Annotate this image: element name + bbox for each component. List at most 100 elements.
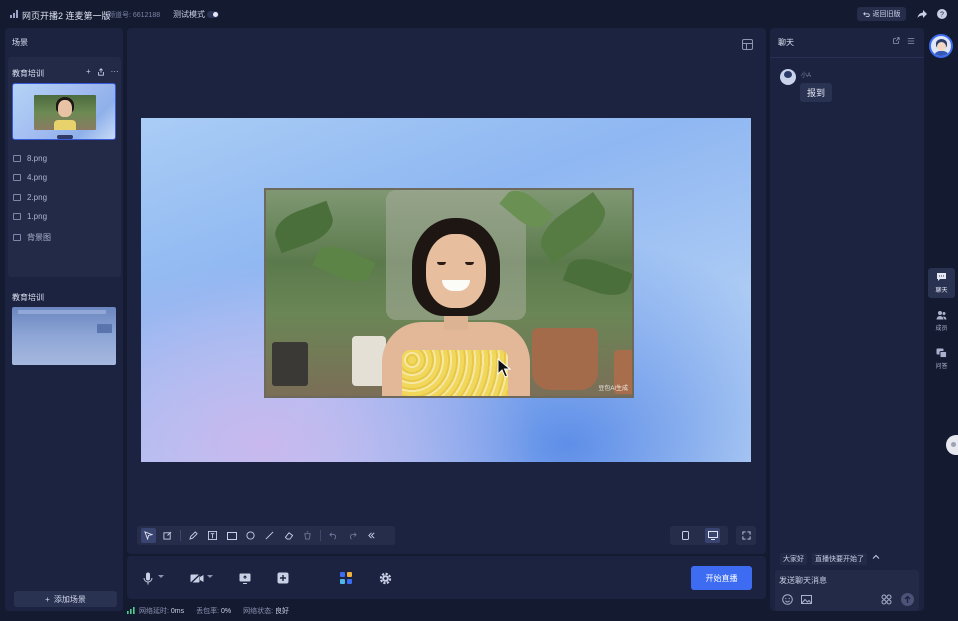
popout-icon[interactable] bbox=[892, 37, 900, 45]
screen-share-button[interactable] bbox=[237, 570, 253, 586]
redo-tool[interactable] bbox=[345, 528, 360, 543]
rail-item-qa[interactable]: 问答 bbox=[928, 344, 955, 374]
pointer-icon bbox=[144, 531, 153, 540]
live-controls: 开始直播 bbox=[127, 556, 766, 599]
rail-item-label: 聊天 bbox=[935, 288, 948, 294]
preview-canvas[interactable]: 豆包AI生成 bbox=[141, 118, 751, 462]
menu-icon[interactable] bbox=[907, 37, 915, 45]
redo-icon bbox=[349, 532, 357, 540]
network-quality-status: 网络状态: 良好 bbox=[243, 606, 289, 616]
qa-icon bbox=[936, 348, 947, 358]
chat-icon bbox=[937, 273, 946, 281]
pen-tool[interactable] bbox=[186, 528, 201, 543]
text-icon bbox=[208, 531, 217, 540]
add-icon[interactable]: + bbox=[86, 67, 91, 76]
fullscreen-icon bbox=[741, 531, 751, 540]
undo-tool[interactable] bbox=[326, 528, 341, 543]
latency-status: 网络延时: 0ms bbox=[127, 606, 184, 616]
asset-item[interactable]: 2.png bbox=[13, 193, 47, 202]
test-mode-toggle[interactable] bbox=[207, 11, 219, 18]
arrow-up-icon bbox=[904, 595, 911, 603]
channel-number: 频道号: 6612188 bbox=[108, 12, 161, 19]
rail-item-chat[interactable]: 聊天 bbox=[928, 268, 955, 298]
phone-icon bbox=[682, 531, 689, 540]
share-icon[interactable] bbox=[916, 8, 928, 20]
circle-tool[interactable] bbox=[243, 528, 258, 543]
settings-button[interactable] bbox=[377, 570, 393, 586]
rectangle-tool[interactable] bbox=[224, 528, 239, 543]
chat-message-user: 小A bbox=[801, 73, 812, 79]
monitor-icon bbox=[707, 531, 718, 540]
add-scene-button[interactable]: + 添加场景 bbox=[14, 591, 117, 607]
scene-panel: 场景 教育培训 + ··· 8.png 4.png 2.png 1.png 背景… bbox=[5, 28, 123, 611]
double-chevron-left-icon bbox=[368, 532, 375, 539]
asset-label: 8.png bbox=[27, 154, 48, 163]
right-rail: 聊天 成员 问答 bbox=[927, 28, 958, 621]
undo-icon bbox=[862, 11, 870, 17]
select-tool[interactable] bbox=[141, 528, 156, 543]
asset-item[interactable]: 8.png bbox=[13, 154, 47, 163]
image-upload-icon[interactable] bbox=[801, 594, 812, 605]
rectangle-icon bbox=[226, 531, 237, 540]
avatar[interactable] bbox=[929, 34, 953, 58]
dropdown-caret-icon bbox=[158, 575, 164, 578]
top-bar: 网页开播2 连麦第一版 频道号: 6612188 测试模式 返回旧版 ? bbox=[0, 0, 958, 28]
eraser-icon bbox=[284, 532, 293, 540]
camera-off-button[interactable] bbox=[189, 570, 213, 586]
microphone-button[interactable] bbox=[140, 570, 164, 586]
scene-group-2-name: 教育培训 bbox=[12, 293, 44, 302]
collapse-toolbar-button[interactable] bbox=[364, 528, 379, 543]
back-label: 返回旧版 bbox=[872, 11, 901, 18]
send-button[interactable] bbox=[901, 593, 914, 606]
text-tool[interactable] bbox=[205, 528, 220, 543]
packet-loss-value: 0% bbox=[221, 608, 232, 615]
asset-item[interactable]: 1.png bbox=[13, 212, 47, 221]
latency-label: 网络延时: bbox=[138, 608, 169, 615]
emoji-icon[interactable] bbox=[782, 594, 793, 605]
gear-icon bbox=[379, 572, 391, 584]
latency-value: 0ms bbox=[170, 608, 185, 615]
asset-item[interactable]: 4.png bbox=[13, 173, 47, 182]
export-icon[interactable] bbox=[97, 68, 105, 76]
ai-watermark: 豆包AI生成 bbox=[598, 386, 628, 392]
start-live-button[interactable]: 开始直播 bbox=[691, 566, 752, 590]
quick-reply[interactable]: 大家好 bbox=[780, 553, 807, 565]
scene-panel-title: 场景 bbox=[12, 38, 28, 47]
chat-panel-title: 聊天 bbox=[778, 38, 794, 47]
network-quality-value: 良好 bbox=[275, 608, 290, 615]
chat-input-box[interactable]: 发送聊天消息 bbox=[775, 570, 919, 611]
avatar bbox=[780, 69, 796, 85]
edit-tool[interactable] bbox=[160, 528, 175, 543]
line-tool[interactable] bbox=[262, 528, 277, 543]
portrait-button[interactable] bbox=[678, 528, 693, 543]
pen-icon bbox=[189, 531, 198, 540]
add-scene-label: 添加场景 bbox=[53, 594, 86, 604]
circle-icon bbox=[246, 531, 255, 540]
signal-icon bbox=[127, 607, 135, 614]
packet-loss-status: 丢包率: 0% bbox=[196, 606, 231, 616]
eraser-tool[interactable] bbox=[281, 528, 296, 543]
asset-label: 1.png bbox=[27, 212, 48, 221]
chevron-up-icon[interactable] bbox=[872, 553, 880, 561]
test-mode-label: 测试模式 bbox=[173, 10, 205, 19]
rail-item-members[interactable]: 成员 bbox=[928, 306, 955, 336]
help-icon[interactable]: ? bbox=[936, 8, 948, 20]
image-icon bbox=[13, 155, 21, 162]
apps-button[interactable] bbox=[338, 570, 354, 586]
add-media-button[interactable] bbox=[275, 570, 291, 586]
chat-input-placeholder: 发送聊天消息 bbox=[779, 576, 827, 585]
quick-reply[interactable]: 直播快要开始了 bbox=[812, 553, 867, 565]
back-to-old-version-button[interactable]: 返回旧版 bbox=[857, 7, 906, 21]
landscape-button[interactable] bbox=[705, 528, 720, 543]
scene-thumbnail[interactable] bbox=[12, 307, 116, 365]
camera-image-layer[interactable]: 豆包AI生成 bbox=[264, 188, 634, 398]
scene-thumbnail-active[interactable] bbox=[12, 83, 116, 140]
more-apps-icon[interactable] bbox=[881, 594, 892, 605]
clear-tool[interactable] bbox=[300, 528, 315, 543]
image-icon bbox=[13, 174, 21, 181]
layout-icon[interactable] bbox=[742, 39, 753, 50]
fullscreen-button[interactable] bbox=[736, 526, 756, 545]
more-icon[interactable]: ··· bbox=[111, 67, 119, 76]
asset-item[interactable]: 背景图 bbox=[13, 232, 51, 243]
camera-off-icon bbox=[190, 572, 204, 584]
